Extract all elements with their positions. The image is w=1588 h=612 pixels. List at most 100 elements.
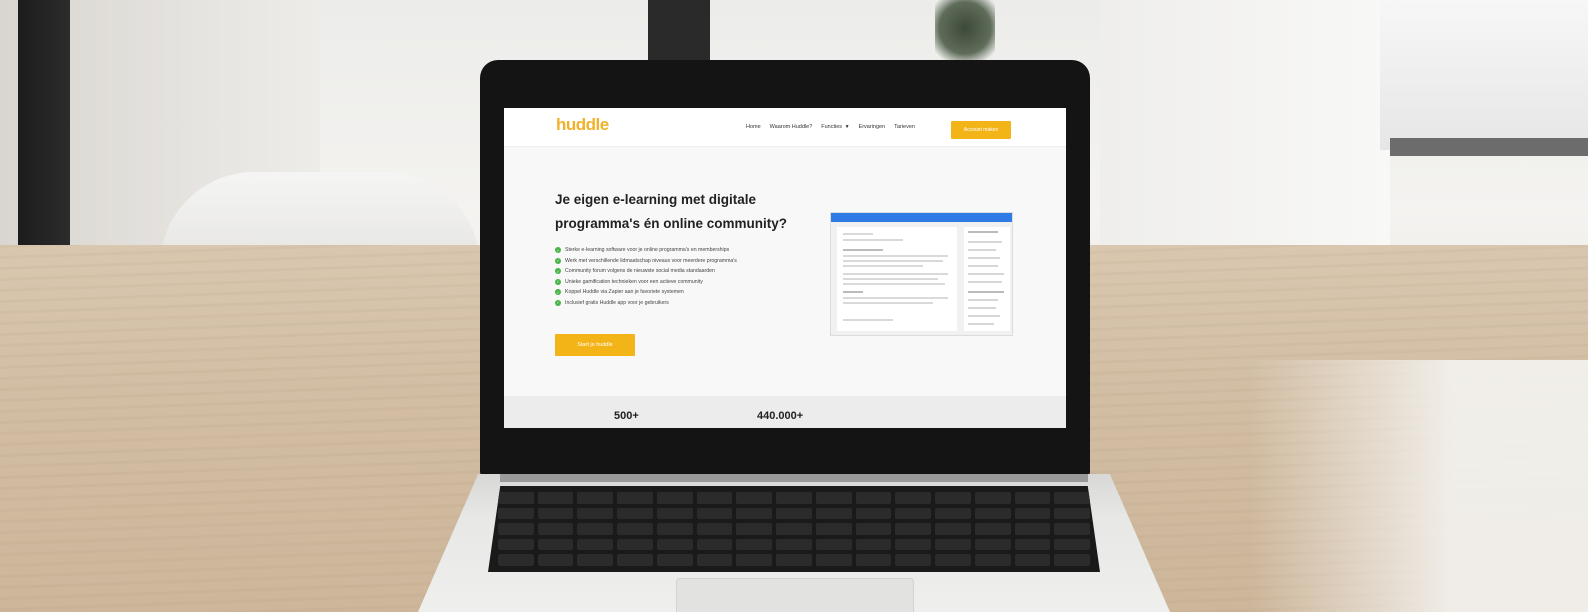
preview-line — [968, 281, 1002, 283]
keyboard-key — [935, 492, 971, 504]
chevron-down-icon: ▼ — [844, 124, 850, 130]
hero-title: Je eigen e-learning met digitale program… — [555, 188, 855, 236]
keyboard-key — [855, 492, 892, 504]
keyboard-key — [974, 523, 1011, 535]
feature-text: Inclusief gratis Huddle app voor je gebr… — [565, 299, 669, 306]
feature-text: Community forum volgens de nieuwste soci… — [565, 268, 715, 275]
keyboard-key — [696, 507, 733, 520]
stat-value: 500+ — [614, 410, 639, 422]
keyboard-key — [498, 554, 534, 566]
preview-topbar — [831, 213, 1012, 222]
start-huddle-button[interactable]: Start je huddle — [555, 334, 635, 356]
stats-band: 500+ 440.000+ — [504, 396, 1066, 428]
app-preview-image — [830, 212, 1013, 336]
keyboard-key — [776, 492, 812, 504]
preview-line — [843, 283, 945, 285]
preview-line — [968, 291, 1004, 293]
feature-text: Koppel Huddle via Zapier aan je favoriet… — [565, 289, 684, 296]
keyboard-key — [895, 492, 932, 504]
keyboard-key — [696, 538, 733, 551]
keyboard-key — [577, 523, 614, 535]
keyboard-key — [537, 523, 574, 535]
keyboard-key — [617, 523, 653, 535]
keyboard-key — [776, 507, 812, 520]
preview-line — [843, 239, 903, 241]
keyboard-key — [736, 554, 773, 566]
keyboard-key — [1054, 554, 1090, 566]
nav-ervaringen[interactable]: Ervaringen — [859, 124, 886, 130]
nav-home[interactable]: Home — [746, 124, 761, 130]
keyboard-key — [1054, 523, 1090, 535]
laptop-screen: huddle Home Waarom Huddle? Functies ▼ Er… — [504, 108, 1066, 428]
keyboard-key — [815, 523, 852, 535]
keyboard-key — [577, 538, 614, 551]
keyboard-key — [974, 492, 1011, 504]
preview-line — [843, 297, 948, 299]
feature-text: Sterke e-learning software voor je onlin… — [565, 247, 730, 254]
background-window-right — [1380, 0, 1588, 150]
keyboard-key — [974, 538, 1011, 551]
background-post — [18, 0, 70, 250]
preview-line — [843, 291, 863, 293]
keyboard-key — [855, 523, 892, 535]
main-nav: Home Waarom Huddle? Functies ▼ Ervaringe… — [746, 124, 915, 130]
nav-functies[interactable]: Functies ▼ — [821, 124, 849, 130]
keyboard-key — [1054, 538, 1090, 551]
keyboard-key — [736, 523, 773, 535]
huddle-logo[interactable]: huddle — [556, 115, 609, 135]
keyboard-key — [656, 554, 693, 566]
nav-waarom-huddle[interactable]: Waarom Huddle? — [770, 124, 813, 130]
keyboard-key — [974, 507, 1011, 520]
keyboard-key — [815, 492, 852, 504]
list-item: ✓ Koppel Huddle via Zapier aan je favori… — [555, 287, 845, 298]
keyboard-key — [656, 538, 693, 551]
keyboard-key — [498, 492, 534, 504]
keyboard-key — [895, 507, 932, 520]
preview-line — [843, 273, 948, 275]
preview-line — [968, 249, 996, 251]
keyboard-key — [656, 492, 693, 504]
hero-title-line-2: programma's én online community? — [555, 216, 787, 231]
list-item: ✓ Unieke gamification technieken voor ee… — [555, 277, 845, 288]
laptop-keyboard — [488, 486, 1100, 572]
nav-functies-label: Functies — [821, 124, 843, 130]
list-item: ✓ Community forum volgens de nieuwste so… — [555, 266, 845, 277]
keyboard-key — [776, 523, 812, 535]
check-icon: ✓ — [555, 257, 561, 264]
keyboard-key — [895, 554, 932, 566]
keyboard-key — [815, 507, 852, 520]
keyboard-key — [656, 507, 693, 520]
keyboard-key — [1014, 538, 1051, 551]
preview-line — [968, 299, 998, 301]
laptop-hinge — [500, 474, 1088, 482]
account-maken-button[interactable]: Account maken — [951, 121, 1011, 139]
check-icon: ✓ — [555, 278, 561, 285]
laptop-trackpad — [676, 578, 914, 612]
keyboard-key — [935, 523, 971, 535]
keyboard-key — [736, 538, 773, 551]
keyboard-key — [974, 554, 1011, 566]
keyboard-key — [736, 492, 773, 504]
keyboard-key — [1054, 492, 1090, 504]
hero-title-line-1: Je eigen e-learning met digitale — [555, 192, 757, 207]
keyboard-key — [855, 554, 892, 566]
keyboard-key — [736, 507, 773, 520]
keyboard-key — [855, 507, 892, 520]
window-frame — [1390, 138, 1588, 156]
keyboard-key — [498, 538, 534, 551]
preview-line — [843, 255, 948, 257]
keyboard-key — [855, 538, 892, 551]
preview-line — [968, 241, 1002, 243]
feature-text: Werk met verschillende lidmaatschap nive… — [565, 257, 737, 264]
preview-line — [968, 231, 998, 233]
nav-tarieven[interactable]: Tarieven — [894, 124, 915, 130]
preview-line — [968, 257, 1000, 259]
stat-value: 440.000+ — [757, 410, 804, 422]
keyboard-key — [1014, 492, 1051, 504]
check-icon: ✓ — [555, 247, 561, 254]
preview-line — [843, 265, 923, 267]
keyboard-key — [656, 523, 693, 535]
preview-line — [843, 302, 933, 304]
check-icon: ✓ — [555, 299, 561, 306]
background-post-2 — [648, 0, 710, 60]
